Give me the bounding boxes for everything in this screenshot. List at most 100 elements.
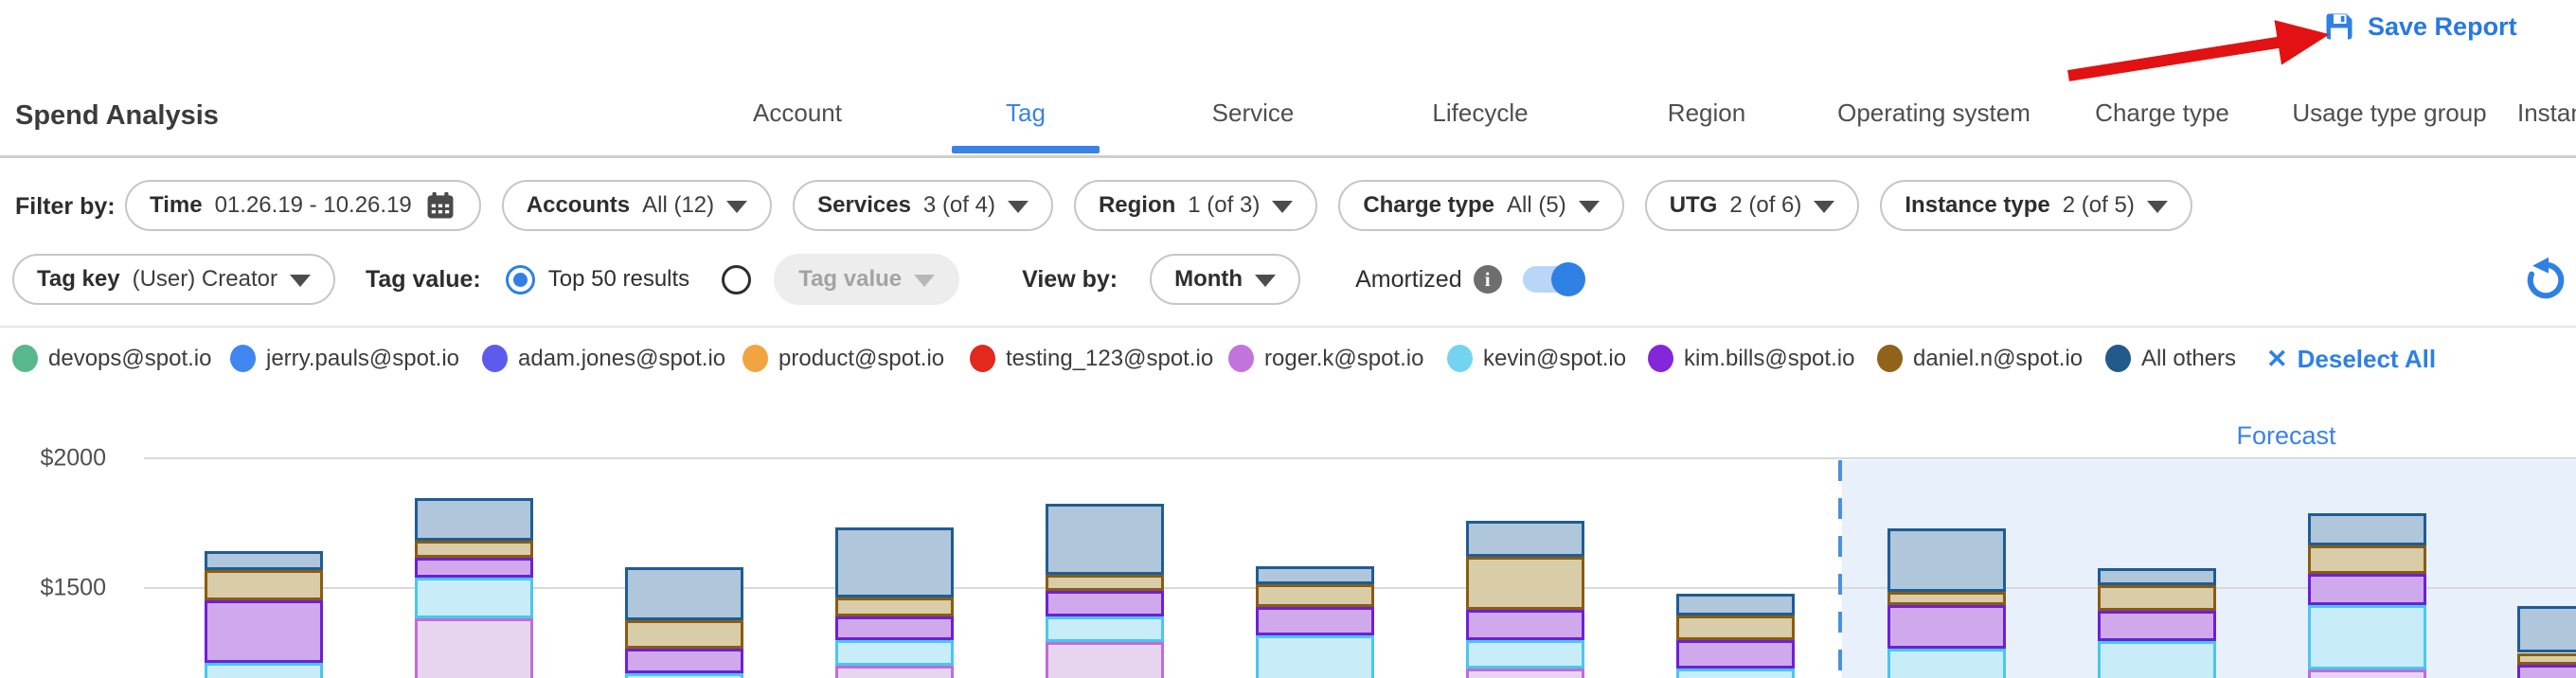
bar-segment-roger-k-spot-io[interactable]: [1466, 669, 1584, 678]
legend-color-dot: [230, 345, 256, 372]
bar-segment-kevin-spot-io[interactable]: [625, 673, 743, 678]
legend-item-adam-jones-spot-io[interactable]: adam.jones@spot.io: [482, 345, 725, 372]
bar-segment-kim-bills-spot-io[interactable]: [415, 558, 533, 578]
bar-segment-daniel-n-spot-io[interactable]: [1887, 592, 2006, 604]
bar-segment-daniel-n-spot-io[interactable]: [415, 541, 533, 558]
tab-service[interactable]: Service: [1212, 98, 1295, 128]
bar-segment-roger-k-spot-io[interactable]: [415, 618, 533, 678]
bar-segment-all-others[interactable]: [835, 527, 954, 598]
bar-segment-kim-bills-spot-io[interactable]: [2517, 665, 2576, 678]
bar-segment-kevin-spot-io[interactable]: [205, 663, 323, 678]
legend-item-all-others[interactable]: All others: [2105, 345, 2236, 372]
save-report-button[interactable]: Save Report: [2322, 9, 2517, 44]
spend-chart: Forecast $2000$1500: [0, 402, 2576, 678]
bar-segment-all-others[interactable]: [1466, 521, 1584, 556]
bar-segment-kevin-spot-io[interactable]: [835, 640, 954, 666]
chevron-down-icon: [2147, 201, 2168, 213]
tab-usage-type-group[interactable]: Usage type group: [2292, 98, 2486, 128]
bar-segment-all-others[interactable]: [2517, 606, 2576, 652]
bar-segment-kim-bills-spot-io[interactable]: [2308, 574, 2426, 605]
bar-segment-all-others[interactable]: [625, 567, 743, 620]
tab-region[interactable]: Region: [1668, 98, 1745, 128]
legend-item-devops-spot-io[interactable]: devops@spot.io: [12, 345, 211, 372]
bar-segment-kim-bills-spot-io[interactable]: [835, 616, 954, 640]
filter-pill-time[interactable]: Time 01.26.19 - 10.26.19: [125, 180, 481, 231]
bar-segment-kevin-spot-io[interactable]: [1256, 635, 1374, 678]
bar-segment-all-others[interactable]: [2098, 568, 2216, 585]
bar-segment-all-others[interactable]: [1256, 566, 1374, 584]
bar-segment-all-others[interactable]: [1676, 594, 1795, 616]
bar-segment-kevin-spot-io[interactable]: [1676, 669, 1795, 678]
bar-segment-kevin-spot-io[interactable]: [2098, 641, 2216, 678]
filter-pill-value: 01.26.19 - 10.26.19: [215, 192, 412, 219]
bar-segment-daniel-n-spot-io[interactable]: [205, 570, 323, 600]
legend-item-daniel-n-spot-io[interactable]: daniel.n@spot.io: [1877, 345, 2083, 372]
bar-segment-daniel-n-spot-io[interactable]: [625, 620, 743, 649]
legend-item-kevin-spot-io[interactable]: kevin@spot.io: [1447, 345, 1626, 372]
top50-radio[interactable]: [506, 265, 535, 294]
bar-segment-daniel-n-spot-io[interactable]: [2098, 585, 2216, 611]
view-by-label: View by:: [1022, 266, 1118, 294]
bar-segment-daniel-n-spot-io[interactable]: [835, 598, 954, 616]
bar-segment-roger-k-spot-io[interactable]: [2308, 669, 2426, 678]
bar-segment-kim-bills-spot-io[interactable]: [1676, 640, 1795, 668]
filter-pill-utg[interactable]: UTG 2 (of 6): [1645, 180, 1860, 231]
bar-segment-daniel-n-spot-io[interactable]: [1256, 584, 1374, 608]
bar-segment-all-others[interactable]: [415, 498, 533, 541]
tab-charge-type[interactable]: Charge type: [2095, 98, 2229, 128]
bar-segment-kevin-spot-io[interactable]: [1887, 649, 2006, 678]
bar-segment-kim-bills-spot-io[interactable]: [1256, 607, 1374, 634]
filter-pill-label: Instance type: [1905, 192, 2049, 219]
filter-pill-accounts[interactable]: Accounts All (12): [502, 180, 772, 231]
bar-segment-kim-bills-spot-io[interactable]: [625, 649, 743, 673]
tag-key-value: (User) Creator: [133, 266, 277, 293]
deselect-all-button[interactable]: ✕ Deselect All: [2266, 345, 2436, 374]
bar-segment-roger-k-spot-io[interactable]: [835, 666, 954, 678]
bar-segment-all-others[interactable]: [1887, 528, 2006, 592]
legend-item-roger-k-spot-io[interactable]: roger.k@spot.io: [1228, 345, 1423, 372]
filter-pill-instance-type[interactable]: Instance type 2 (of 5): [1880, 180, 2191, 231]
tab-tag[interactable]: Tag: [1006, 98, 1046, 128]
legend-item-jerry-pauls-spot-io[interactable]: jerry.pauls@spot.io: [230, 345, 459, 372]
tab-lifecycle[interactable]: Lifecycle: [1432, 98, 1528, 128]
amortized-toggle[interactable]: [1523, 266, 1583, 293]
deselect-all-label: Deselect All: [2298, 345, 2436, 374]
legend-item-kim-bills-spot-io[interactable]: kim.bills@spot.io: [1648, 345, 1854, 372]
bar-segment-daniel-n-spot-io[interactable]: [2308, 545, 2426, 574]
info-icon[interactable]: i: [1474, 265, 1502, 294]
bar-segment-kim-bills-spot-io[interactable]: [2098, 611, 2216, 642]
legend-item-testing-123-spot-io[interactable]: testing_123@spot.io: [970, 345, 1213, 372]
calendar-icon: [424, 189, 456, 222]
filter-pill-services[interactable]: Services 3 (of 4): [793, 180, 1053, 231]
reset-filters-button[interactable]: [2521, 256, 2570, 310]
bar-segment-daniel-n-spot-io[interactable]: [1676, 616, 1795, 640]
bar-segment-daniel-n-spot-io[interactable]: [1046, 575, 1164, 591]
filter-by-label: Filter by:: [15, 193, 116, 221]
bar-segment-kim-bills-spot-io[interactable]: [1466, 610, 1584, 640]
bar-segment-kevin-spot-io[interactable]: [1466, 640, 1584, 668]
bar-segment-kevin-spot-io[interactable]: [2308, 605, 2426, 670]
bar-segment-kim-bills-spot-io[interactable]: [205, 600, 323, 663]
bar-segment-kim-bills-spot-io[interactable]: [1046, 591, 1164, 616]
bar-segment-kevin-spot-io[interactable]: [415, 578, 533, 617]
tag-key-dropdown[interactable]: Tag key (User) Creator: [12, 254, 335, 305]
filter-pill-region[interactable]: Region 1 (of 3): [1074, 180, 1317, 231]
view-by-dropdown[interactable]: Month: [1150, 254, 1300, 305]
tab-account[interactable]: Account: [753, 98, 842, 128]
legend-color-dot: [12, 345, 38, 372]
bar-segment-all-others[interactable]: [2308, 513, 2426, 546]
tab-operating-system[interactable]: Operating system: [1837, 98, 2030, 128]
tab-instance-type[interactable]: Instance type: [2517, 98, 2576, 128]
legend-item-product-spot-io[interactable]: product@spot.io: [742, 345, 944, 372]
filter-pill-charge-type[interactable]: Charge type All (5): [1338, 180, 1623, 231]
bar-segment-daniel-n-spot-io[interactable]: [1466, 557, 1584, 611]
bar-segment-all-others[interactable]: [1046, 504, 1164, 575]
bar-segment-kevin-spot-io[interactable]: [1046, 616, 1164, 642]
bar-segment-all-others[interactable]: [205, 551, 323, 570]
bar-segment-kim-bills-spot-io[interactable]: [1887, 605, 2006, 650]
bar-segment-roger-k-spot-io[interactable]: [1046, 642, 1164, 678]
tag-value-radio[interactable]: [722, 265, 751, 294]
legend-color-dot: [1648, 345, 1673, 372]
bar-segment-daniel-n-spot-io[interactable]: [2517, 653, 2576, 665]
filter-pill-label: Charge type: [1363, 192, 1494, 219]
